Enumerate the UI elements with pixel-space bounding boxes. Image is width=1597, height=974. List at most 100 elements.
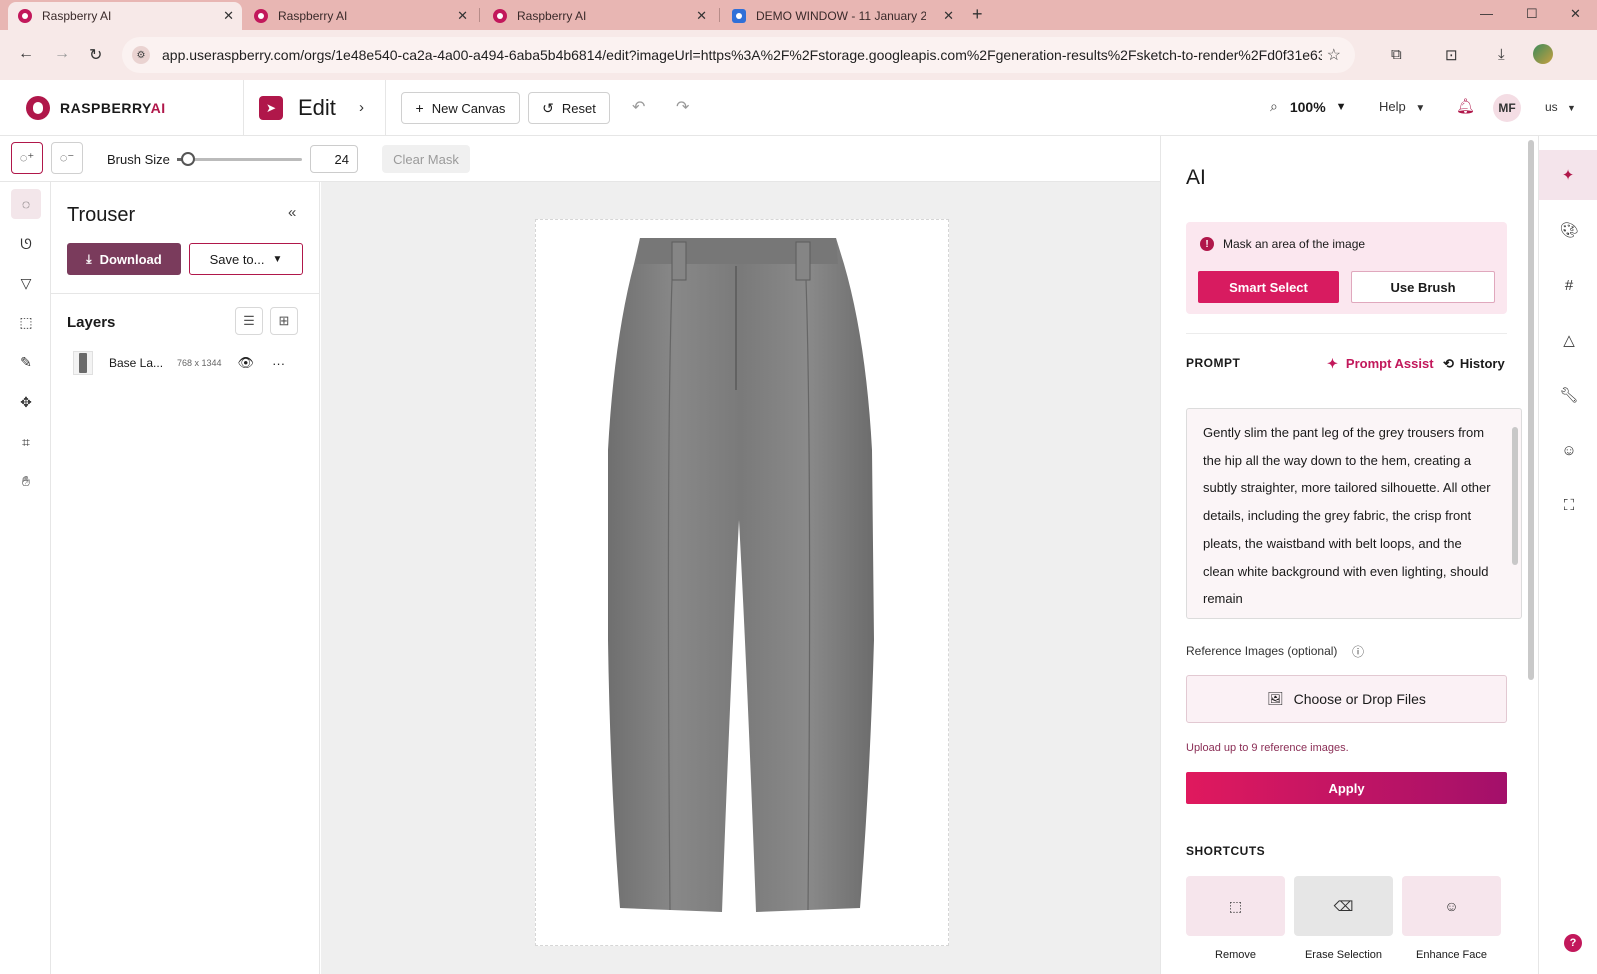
layer-stack-button[interactable]: ☰	[235, 307, 263, 335]
maximize-icon[interactable]: ☐	[1526, 6, 1538, 22]
reload-icon[interactable]: ↻	[89, 45, 102, 65]
crop-tool[interactable]: ⌗	[11, 427, 41, 457]
user-avatar[interactable]: MF	[1493, 94, 1521, 122]
back-arrow-icon[interactable]: ←	[18, 45, 34, 63]
browser-tab-3[interactable]: Raspberry AI ✕	[483, 2, 715, 30]
dashed-select-icon: ⬚	[19, 313, 33, 330]
chevron-right-icon[interactable]: ›	[359, 99, 364, 116]
download-button[interactable]: ⤓ Download	[67, 243, 181, 275]
browser-tab-2[interactable]: Raspberry AI ✕	[244, 2, 476, 30]
layer-row[interactable]: Base La... 768 x 1344 👁︎ ···	[67, 348, 307, 378]
grid-tab[interactable]: #	[1559, 275, 1579, 295]
rect-select-tool[interactable]: ⬚	[11, 307, 41, 337]
palette-tab[interactable]: 🎨︎	[1559, 220, 1579, 240]
close-icon[interactable]: ✕	[457, 8, 468, 24]
lasso-icon: ᘎ	[20, 235, 32, 252]
minimize-icon[interactable]: —	[1480, 6, 1493, 21]
crop-icon: ⌗	[22, 433, 30, 450]
shortcut-enhance-face-card[interactable]: ☺	[1402, 876, 1501, 936]
smart-select-button[interactable]: Smart Select	[1198, 271, 1339, 303]
canvas-area[interactable]	[321, 182, 1160, 974]
collapse-panel-icon[interactable]: «	[288, 204, 296, 221]
new-tab-plus-icon[interactable]: +	[972, 4, 983, 25]
face-tab[interactable]: ☺	[1559, 440, 1579, 460]
palette-icon: 🎨︎	[1559, 222, 1579, 239]
browser-address-bar: ← → ↻ ⚙ app.useraspberry.com/orgs/1e48e5…	[0, 30, 1597, 80]
reset-button[interactable]: ↺ Reset	[528, 92, 610, 124]
locale-selector[interactable]: us ▼	[1545, 100, 1576, 114]
shortcut-label: Erase Selection	[1304, 949, 1383, 961]
save-to-button[interactable]: Save to... ▼	[189, 243, 303, 275]
dotted-circle-icon: ◌	[21, 196, 31, 212]
site-settings-icon[interactable]: ⚙	[132, 46, 150, 64]
url-field[interactable]: ⚙ app.useraspberry.com/orgs/1e48e540-ca2…	[122, 37, 1355, 73]
edit-cursor-icon: ➤	[259, 96, 283, 120]
brush-size-slider[interactable]	[177, 152, 302, 166]
canvas-image[interactable]	[535, 219, 949, 946]
lasso-tool[interactable]: ᘎ	[11, 229, 41, 259]
window-close-icon[interactable]: ✕	[1570, 6, 1581, 22]
tab-search-icon[interactable]: ⊡	[1445, 46, 1458, 64]
shapes-tab[interactable]: △	[1559, 330, 1579, 350]
apply-button[interactable]: Apply	[1186, 772, 1507, 804]
shortcut-label: Remove	[1215, 949, 1256, 961]
left-toolbar: ◌ ᘎ ▽ ⬚ ✎ ✥ ⌗ ✋︎	[0, 182, 51, 974]
new-canvas-button[interactable]: + New Canvas	[401, 92, 520, 124]
ai-panel: AI ! Mask an area of the image Smart Sel…	[1160, 136, 1538, 974]
subtract-mask-mode-button[interactable]: ◌⁻	[51, 142, 83, 174]
polygon-lasso-tool[interactable]: ▽	[11, 268, 41, 298]
ai-sparkle-tab[interactable]: ✦	[1539, 150, 1597, 200]
forward-arrow-icon[interactable]: →	[54, 45, 70, 63]
browser-tab-4[interactable]: DEMO WINDOW - 11 January 2 ✕	[722, 2, 962, 30]
help-question-icon[interactable]: ?	[1564, 934, 1582, 952]
prompt-assist-label: Prompt Assist	[1345, 356, 1434, 371]
use-brush-button[interactable]: Use Brush	[1351, 271, 1495, 303]
brush-tool[interactable]: ✎	[11, 347, 41, 377]
move-tool[interactable]: ✥	[11, 387, 41, 417]
history-button[interactable]: ⟲ History	[1443, 356, 1505, 372]
prompt-textarea[interactable]: Gently slim the pant leg of the grey tro…	[1186, 408, 1522, 619]
browser-profile-avatar[interactable]	[1533, 44, 1553, 64]
shortcut-erase-selection-card[interactable]: ⌫	[1294, 876, 1393, 936]
prompt-assist-button[interactable]: ✦ Prompt Assist	[1327, 356, 1434, 372]
chevron-down-icon: ▼	[272, 253, 283, 265]
raspberry-logo[interactable]: RASPBERRYAI	[26, 96, 166, 120]
close-icon[interactable]: ✕	[223, 8, 234, 24]
download-icon[interactable]: ⤓	[1498, 46, 1505, 63]
image-icon: 🖼︎	[1267, 691, 1284, 706]
prompt-scrollbar[interactable]	[1512, 427, 1518, 565]
clear-mask-button[interactable]: Clear Mask	[382, 145, 470, 173]
add-image-layer-button[interactable]: ⊞	[270, 307, 298, 335]
smart-select-tool[interactable]: ◌	[11, 189, 41, 219]
brush-size-input[interactable]: 24	[310, 145, 358, 173]
locale-label: us	[1545, 100, 1558, 114]
choose-files-dropzone[interactable]: 🖼︎ Choose or Drop Files	[1186, 675, 1507, 723]
extensions-icon[interactable]: ⧉	[1391, 46, 1402, 63]
hand-tool[interactable]: ✋︎	[11, 466, 41, 496]
info-icon[interactable]: ⓘ	[1352, 643, 1364, 660]
close-icon[interactable]: ✕	[943, 8, 954, 24]
bookmark-star-icon[interactable]: ☆	[1327, 45, 1341, 65]
browser-tab-1[interactable]: Raspberry AI ✕	[8, 2, 242, 30]
shortcut-remove-card[interactable]: ⬚	[1186, 876, 1285, 936]
tools-tab[interactable]: 🔧︎	[1559, 385, 1579, 405]
save-to-label: Save to...	[209, 251, 265, 267]
add-mask-mode-button[interactable]: ◌⁺	[11, 142, 43, 174]
zoom-control[interactable]: ⌕ 100% ▼	[1270, 98, 1347, 115]
ai-panel-scrollbar[interactable]	[1528, 140, 1534, 680]
close-icon[interactable]: ✕	[696, 8, 707, 24]
notification-bell-icon[interactable]: 🔔︎	[1456, 97, 1475, 115]
help-menu[interactable]: Help ▼	[1379, 99, 1425, 114]
slider-thumb[interactable]	[181, 152, 196, 166]
lasso-plus-icon: ◌⁺	[19, 150, 35, 165]
tab-divider	[719, 8, 720, 22]
more-options-icon[interactable]: ···	[272, 356, 285, 371]
undo-icon[interactable]: ↶	[632, 97, 645, 117]
panel-divider	[51, 293, 320, 294]
eye-icon[interactable]: 👁︎	[238, 355, 255, 371]
eraser-icon: ⌫	[1333, 897, 1354, 914]
scan-tab[interactable]: ⛶	[1559, 495, 1579, 515]
redo-icon[interactable]: ↷	[676, 97, 689, 117]
sparkle-icon: ✦	[1561, 167, 1575, 184]
polygon-lasso-icon: ▽	[20, 274, 32, 291]
